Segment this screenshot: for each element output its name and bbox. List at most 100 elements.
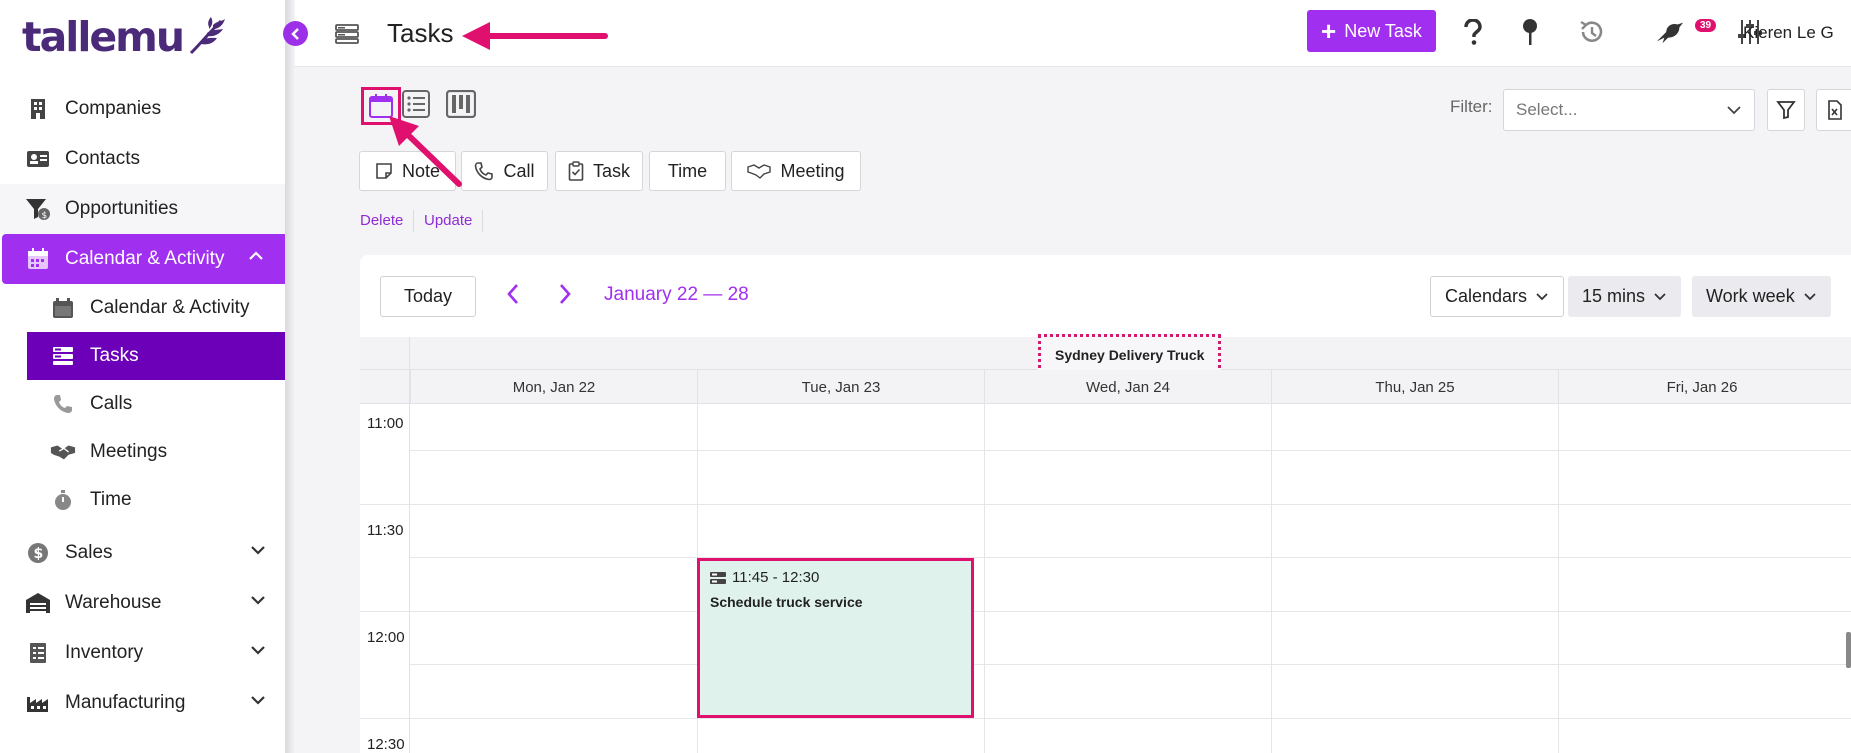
stopwatch-icon — [50, 487, 76, 513]
svg-text:$: $ — [34, 546, 44, 562]
grid-line — [360, 611, 410, 612]
chevron-left-icon — [290, 27, 299, 40]
subitem-calendar-activity[interactable]: Calendar & Activity — [0, 284, 290, 332]
list-view-button[interactable] — [399, 87, 433, 121]
day-header: Thu, Jan 25 — [1271, 370, 1558, 404]
sidebar-item-label: Contacts — [65, 148, 140, 169]
time-label: 12:00 — [367, 629, 405, 646]
subitem-tasks[interactable]: Tasks — [27, 332, 290, 380]
sidebar-item-inventory[interactable]: Inventory — [0, 628, 290, 678]
sidebar-item-sales[interactable]: $ Sales — [0, 528, 290, 578]
grid-line — [410, 611, 1851, 612]
sidebar-item-label: Companies — [65, 98, 162, 119]
add-note-button[interactable]: Note — [359, 151, 456, 191]
day-header: Fri, Jan 26 — [1558, 370, 1845, 404]
task-label: Task — [592, 160, 630, 181]
sidebar-item-manufacturing[interactable]: Manufacturing — [0, 678, 290, 728]
delete-link[interactable]: Delete — [360, 212, 403, 229]
grid-line — [410, 504, 1851, 505]
filter-select[interactable]: Select... — [1503, 89, 1755, 131]
chevron-up-icon — [249, 248, 263, 265]
interval-dropdown[interactable]: 15 mins — [1568, 276, 1682, 317]
time-label: 11:30 — [367, 522, 404, 539]
calendar-event[interactable]: 11:45 - 12:30 Schedule truck service — [697, 558, 974, 718]
subitem-label: Calendar & Activity — [90, 297, 250, 318]
filter-placeholder: Select... — [1516, 100, 1578, 119]
top-header: Tasks + New Task 39 Kieren Le G — [295, 0, 1851, 67]
kanban-icon — [446, 90, 476, 118]
logo[interactable]: tallemu — [22, 12, 227, 62]
calendar-icon — [369, 94, 393, 118]
add-time-button[interactable]: Time — [649, 151, 726, 191]
grid-line — [1271, 404, 1272, 753]
handshake-icon — [50, 439, 76, 465]
subitem-meetings[interactable]: Meetings — [0, 428, 290, 476]
note-label: Note — [401, 160, 441, 181]
event-time: 11:45 - 12:30 — [732, 569, 820, 586]
sidebar-item-companies[interactable]: Companies — [0, 84, 290, 134]
phone-icon — [474, 161, 494, 181]
tasks-icon — [50, 343, 76, 369]
sidebar: tallemu Companies Contacts $ Opportuniti… — [0, 0, 290, 753]
logo-text: tallemu — [22, 13, 185, 61]
day-header: Mon, Jan 22 — [410, 370, 697, 404]
help-icon[interactable] — [1458, 17, 1488, 47]
scrollbar-thumb[interactable] — [1846, 632, 1851, 668]
user-name[interactable]: Kieren Le G — [1743, 23, 1834, 43]
subitem-calls[interactable]: Calls — [0, 380, 290, 428]
map-pin-icon[interactable] — [1515, 17, 1545, 47]
collapse-sidebar-button[interactable] — [283, 21, 308, 46]
subitem-label: Tasks — [90, 345, 139, 366]
plus-icon: + — [1321, 16, 1337, 46]
calendars-dropdown[interactable]: Calendars — [1430, 276, 1565, 317]
sidebar-item-label: Manufacturing — [65, 692, 186, 713]
dollar-icon: $ — [25, 540, 51, 566]
chevron-right-icon — [560, 284, 571, 304]
contact-card-icon — [25, 146, 51, 172]
next-week-button[interactable] — [557, 281, 573, 313]
interval-label: 15 mins — [1582, 286, 1646, 306]
grid-line — [984, 404, 985, 753]
bird-notifications-icon[interactable] — [1655, 17, 1685, 47]
sidebar-shadow — [285, 0, 295, 753]
meeting-label: Meeting — [780, 160, 845, 181]
warehouse-icon — [25, 590, 51, 616]
note-icon — [375, 162, 393, 180]
day-header: Wed, Jan 24 — [984, 370, 1271, 404]
view-dropdown[interactable]: Work week — [1692, 276, 1831, 317]
new-task-button[interactable]: + New Task — [1307, 10, 1436, 52]
today-button[interactable]: Today — [380, 276, 476, 317]
time-label: Time — [667, 160, 708, 181]
day-header: Tue, Jan 23 — [697, 370, 984, 404]
grid-line — [360, 718, 410, 719]
update-link[interactable]: Update — [424, 212, 472, 229]
grid-line — [410, 664, 1851, 665]
previous-week-button[interactable] — [505, 281, 521, 313]
day-header-row: Mon, Jan 22 Tue, Jan 23 Wed, Jan 24 Thu,… — [360, 370, 1851, 404]
excel-file-icon — [1828, 100, 1842, 120]
new-task-label: New Task — [1344, 20, 1422, 41]
chevron-down-icon — [251, 542, 265, 559]
funnel-icon: $ — [25, 196, 51, 222]
add-task-button[interactable]: Task — [555, 151, 643, 191]
add-meeting-button[interactable]: Meeting — [731, 151, 861, 191]
sidebar-item-calendar-activity[interactable]: Calendar & Activity — [2, 234, 288, 284]
calendar-view-button[interactable] — [361, 87, 401, 125]
export-excel-button[interactable] — [1816, 89, 1851, 131]
phone-icon — [50, 391, 76, 417]
funnel-icon — [1776, 101, 1796, 120]
sidebar-item-warehouse[interactable]: Warehouse — [0, 578, 290, 628]
menu-list-icon[interactable] — [335, 24, 359, 49]
subitem-time[interactable]: Time — [0, 476, 290, 524]
chevron-down-icon — [251, 592, 265, 609]
add-call-button[interactable]: Call — [461, 151, 548, 191]
grid-line — [360, 504, 410, 505]
building-icon — [25, 96, 51, 122]
history-icon[interactable] — [1577, 17, 1607, 47]
sidebar-item-opportunities[interactable]: $ Opportunities — [0, 184, 290, 234]
subitem-label: Calls — [90, 393, 133, 414]
kanban-view-button[interactable] — [444, 87, 478, 121]
sidebar-item-contacts[interactable]: Contacts — [0, 134, 290, 184]
filter-button[interactable] — [1767, 89, 1805, 131]
sidebar-item-label: Inventory — [65, 642, 144, 663]
